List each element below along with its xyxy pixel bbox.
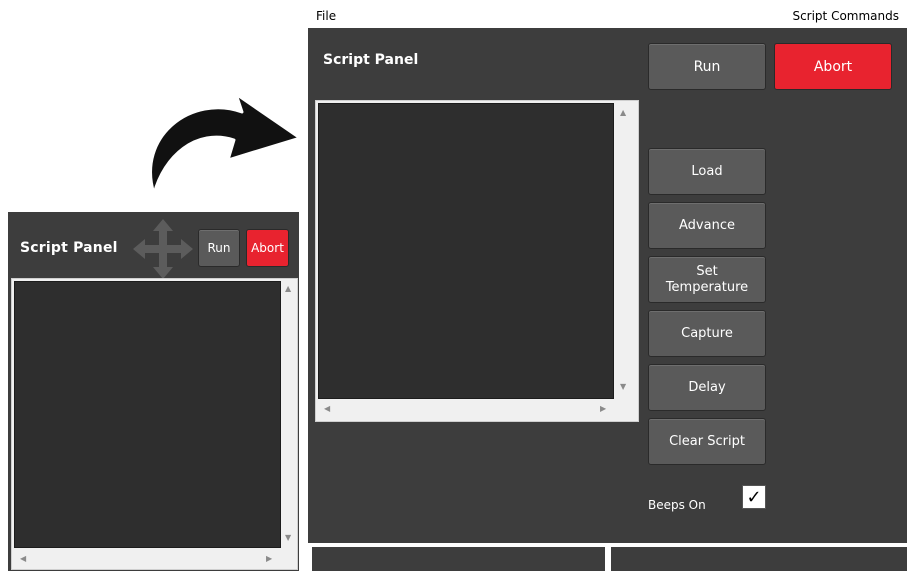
advance-button[interactable]: Advance	[648, 202, 766, 249]
scroll-right-icon[interactable]: ▶	[600, 405, 606, 413]
run-button[interactable]: Run	[648, 43, 766, 90]
scroll-up-icon[interactable]: ▲	[620, 109, 626, 117]
small-script-textarea[interactable]	[14, 281, 281, 548]
scroll-left-icon[interactable]: ◀	[20, 555, 26, 563]
move-arrows-icon[interactable]	[130, 216, 196, 282]
small-abort-button[interactable]: Abort	[246, 229, 289, 267]
set-temperature-button[interactable]: Set Temperature	[648, 256, 766, 303]
scroll-up-icon[interactable]: ▲	[285, 285, 291, 293]
small-panel-title: Script Panel	[20, 240, 118, 256]
menu-script-commands[interactable]: Script Commands	[792, 9, 899, 23]
status-bar	[308, 543, 907, 571]
set-temperature-label-line2: Temperature	[665, 279, 749, 295]
scroll-down-icon[interactable]: ▼	[620, 383, 626, 391]
beeps-on-checkbox[interactable]: ✓	[742, 485, 766, 509]
scroll-right-icon[interactable]: ▶	[266, 555, 272, 563]
scroll-left-icon[interactable]: ◀	[324, 405, 330, 413]
status-cell-left	[312, 547, 605, 571]
small-script-panel: Script Panel Run Abort ▲ ▼ ◀ ▶	[8, 212, 299, 571]
script-textarea[interactable]	[318, 103, 614, 399]
script-editor[interactable]: ▲ ▼ ◀ ▶	[315, 100, 639, 422]
menu-file[interactable]: File	[316, 9, 336, 23]
beeps-on-label: Beeps On	[648, 498, 706, 512]
small-script-editor[interactable]: ▲ ▼ ◀ ▶	[11, 278, 298, 570]
abort-button[interactable]: Abort	[774, 43, 892, 90]
status-cell-right	[611, 547, 907, 571]
set-temperature-label-line1: Set	[696, 263, 718, 279]
delay-button[interactable]: Delay	[648, 364, 766, 411]
big-script-panel: Script Panel Run Abort ▲ ▼ ◀ ▶ Load Adva…	[308, 28, 907, 543]
big-panel-title: Script Panel	[323, 52, 419, 68]
curved-arrow-icon	[149, 92, 302, 196]
clear-script-button[interactable]: Clear Script	[648, 418, 766, 465]
small-run-button[interactable]: Run	[198, 229, 240, 267]
capture-button[interactable]: Capture	[648, 310, 766, 357]
scroll-down-icon[interactable]: ▼	[285, 534, 291, 542]
load-button[interactable]: Load	[648, 148, 766, 195]
menu-bar: File Script Commands	[308, 4, 907, 28]
